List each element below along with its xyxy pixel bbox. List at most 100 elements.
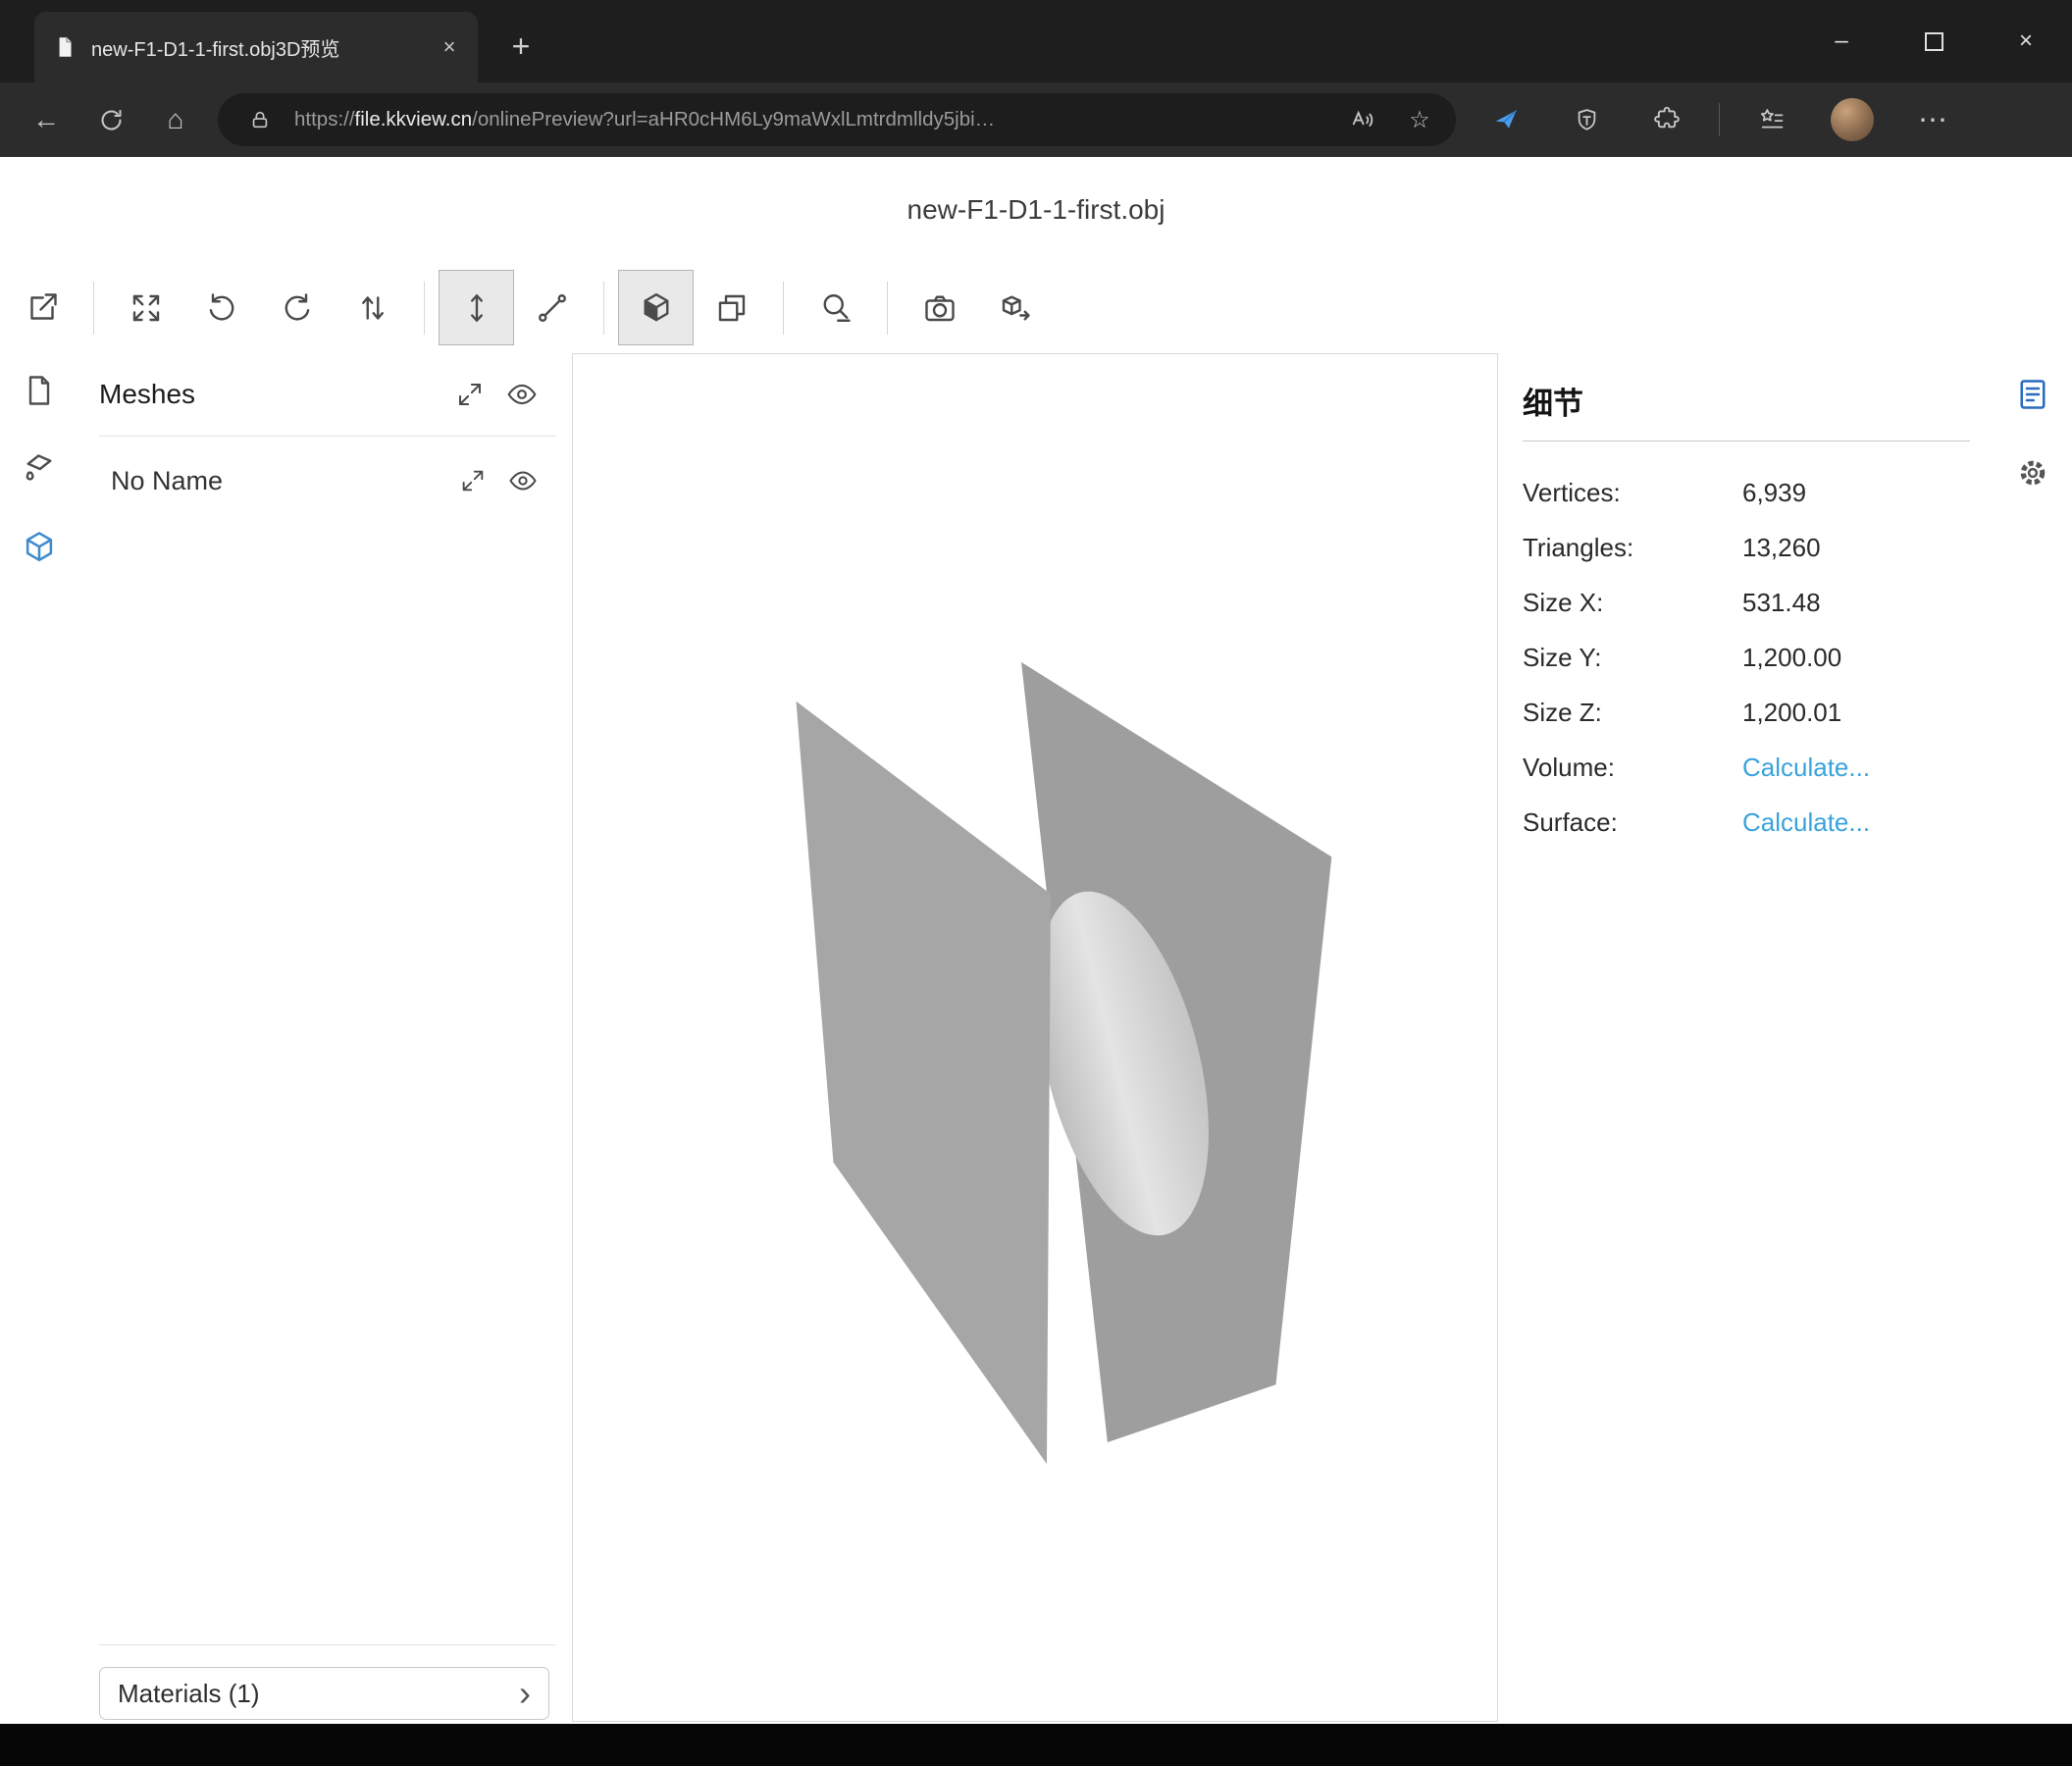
details-label: Size X:: [1523, 588, 1742, 618]
rotate-right-icon[interactable]: [259, 270, 335, 345]
details-row-volume: Volume: Calculate...: [1523, 740, 1970, 795]
details-row-size-y: Size Y: 1,200.00: [1523, 630, 1970, 685]
file-info-icon[interactable]: [20, 371, 59, 410]
navbar-divider: [1719, 103, 1720, 136]
read-aloud-icon[interactable]: [1340, 98, 1385, 141]
meshes-panel: Meshes No Name Materials (1) ›: [99, 353, 555, 1724]
shield-extension-icon[interactable]: [1550, 92, 1623, 147]
expand-all-icon[interactable]: [455, 380, 485, 409]
browser-tab-strip: new-F1-D1-1-first.obj3D预览 × + – ×: [0, 0, 2072, 82]
camera-icon[interactable]: [902, 270, 977, 345]
details-list-icon[interactable]: [2013, 375, 2052, 414]
details-row-size-z: Size Z: 1,200.01: [1523, 685, 1970, 740]
3d-model-render: [573, 354, 1497, 1721]
materials-button[interactable]: Materials (1) ›: [99, 1667, 549, 1720]
details-row-surface: Surface: Calculate...: [1523, 795, 1970, 850]
details-label: Vertices:: [1523, 478, 1742, 508]
orthographic-view-icon[interactable]: [694, 270, 769, 345]
panel-divider: [99, 1644, 555, 1645]
calculate-surface-link[interactable]: Calculate...: [1742, 807, 1870, 838]
details-value: 6,939: [1742, 478, 1806, 508]
toolbar-separator: [93, 282, 94, 335]
right-rail: [1994, 353, 2072, 493]
window-minimize-button[interactable]: –: [1795, 0, 1888, 82]
rotate-left-icon[interactable]: [183, 270, 259, 345]
details-row-triangles: Triangles: 13,260: [1523, 520, 1970, 575]
measure-line-icon[interactable]: [514, 270, 590, 345]
details-row-size-x: Size X: 531.48: [1523, 575, 1970, 630]
tab-favicon-document-icon: [52, 34, 78, 60]
viewer-content: Meshes No Name Materials (1) ›: [0, 353, 2072, 1724]
perspective-view-icon[interactable]: [618, 270, 694, 345]
details-divider: [1523, 441, 1970, 442]
profile-avatar[interactable]: [1816, 92, 1889, 147]
window-controls: – ×: [1795, 0, 2072, 82]
meshes-title: Meshes: [99, 379, 434, 410]
model-cube-icon[interactable]: [20, 528, 59, 567]
browser-tab[interactable]: new-F1-D1-1-first.obj3D预览 ×: [34, 12, 478, 82]
back-button[interactable]: ←: [18, 92, 75, 147]
details-value: 1,200.01: [1742, 698, 1841, 728]
avatar-image: [1831, 98, 1874, 141]
new-tab-button[interactable]: +: [498, 24, 544, 69]
details-label: Volume:: [1523, 753, 1742, 783]
blue-extension-icon[interactable]: [1470, 92, 1542, 147]
toolbar-separator: [783, 282, 784, 335]
measure-icon[interactable]: [798, 270, 873, 345]
lock-icon[interactable]: [237, 98, 283, 141]
meshes-panel-bottom: Materials (1) ›: [99, 1644, 555, 1724]
chevron-right-icon: ›: [519, 1676, 531, 1711]
flip-vertical-icon[interactable]: [335, 270, 410, 345]
browser-navbar: ← ⌂ https://file.kkview.cn/onlinePreview…: [0, 82, 2072, 157]
materials-icon[interactable]: [20, 449, 59, 489]
extensions-puzzle-icon[interactable]: [1631, 92, 1703, 147]
tab-title: new-F1-D1-1-first.obj3D预览: [91, 33, 419, 62]
move-tool-icon[interactable]: [439, 270, 514, 345]
model-left-plane: [797, 701, 1051, 1464]
url-text: https://file.kkview.cn/onlinePreview?url…: [294, 108, 1328, 131]
mesh-visibility-icon[interactable]: [508, 466, 538, 495]
details-label: Size Y:: [1523, 643, 1742, 673]
details-header: 细节: [1523, 379, 1970, 423]
panel-divider: [99, 436, 555, 437]
details-label: Triangles:: [1523, 533, 1742, 563]
open-file-icon[interactable]: [4, 270, 79, 345]
details-label: Size Z:: [1523, 698, 1742, 728]
home-button[interactable]: ⌂: [147, 92, 204, 147]
details-value: 531.48: [1742, 588, 1821, 618]
settings-gear-icon[interactable]: [2013, 453, 2052, 493]
visibility-all-icon[interactable]: [506, 379, 538, 410]
details-rows: Vertices: 6,939 Triangles: 13,260 Size X…: [1523, 465, 1970, 850]
window-close-button[interactable]: ×: [1980, 0, 2072, 82]
mesh-name: No Name: [111, 466, 438, 496]
toolbar-separator: [424, 282, 425, 335]
details-value: 13,260: [1742, 533, 1821, 563]
page-title: new-F1-D1-1-first.obj: [0, 157, 2072, 262]
fit-view-icon[interactable]: [108, 270, 183, 345]
url-path: /onlinePreview?url=aHR0cHM6Ly9maWxlLmtrd…: [472, 108, 995, 130]
toolbar-separator: [887, 282, 888, 335]
details-value: 1,200.00: [1742, 643, 1841, 673]
address-bar[interactable]: https://file.kkview.cn/onlinePreview?url…: [218, 93, 1456, 146]
meshes-header: Meshes: [99, 353, 555, 436]
toolbar-separator: [603, 282, 604, 335]
refresh-button[interactable]: [82, 92, 139, 147]
favorites-bar-icon[interactable]: [1735, 92, 1808, 147]
more-menu-icon[interactable]: ⋯: [1896, 92, 1969, 147]
export-icon[interactable]: [977, 270, 1053, 345]
url-host: file.kkview.cn: [355, 108, 473, 130]
3d-viewport[interactable]: [572, 353, 1498, 1722]
url-scheme: https://: [294, 108, 355, 130]
tab-close-icon[interactable]: ×: [433, 30, 466, 64]
viewer-toolbar: [0, 262, 2072, 353]
mesh-list-item[interactable]: No Name: [99, 458, 555, 503]
window-maximize-button[interactable]: [1888, 0, 1980, 82]
details-label: Surface:: [1523, 807, 1742, 838]
calculate-volume-link[interactable]: Calculate...: [1742, 753, 1870, 783]
details-panel: 细节 Vertices: 6,939 Triangles: 13,260 Siz…: [1523, 353, 1970, 850]
maximize-icon: [1925, 32, 1943, 51]
left-rail: [0, 353, 78, 567]
favorite-star-icon[interactable]: ☆: [1397, 98, 1442, 141]
zoom-to-mesh-icon[interactable]: [459, 467, 487, 494]
materials-button-label: Materials (1): [118, 1679, 259, 1709]
